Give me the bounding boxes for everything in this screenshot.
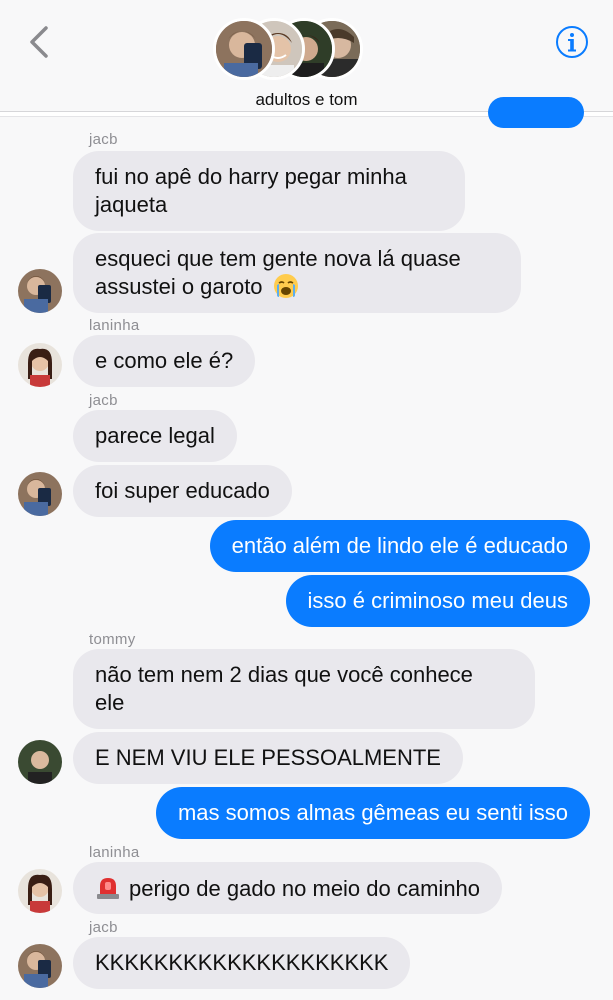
message-bubble-incoming[interactable]: parece legal <box>73 410 237 462</box>
sender-label: jacb <box>89 131 118 148</box>
info-button[interactable] <box>555 25 589 59</box>
message-text: E NEM VIU ELE PESSOALMENTE <box>95 745 441 770</box>
message-text: então além de lindo ele é educado <box>231 533 568 558</box>
avatar-jacb[interactable] <box>18 472 62 516</box>
message-bubble-outgoing[interactable]: isso é criminoso meu deus <box>285 575 590 627</box>
message-text: parece legal <box>95 423 215 448</box>
message-bubble-incoming[interactable]: esqueci que tem gente nova lá quase assu… <box>73 233 521 313</box>
message-text-line2: ele <box>95 690 125 715</box>
message-bubble-incoming[interactable]: e como ele é? <box>73 335 256 387</box>
sender-label: tommy <box>89 631 136 648</box>
sender-label: jacb <box>89 392 118 409</box>
message-bubble-incoming[interactable]: E NEM VIU ELE PESSOALMENTE <box>73 732 463 784</box>
message-text: e como ele é? <box>95 348 234 373</box>
message-bubble-outgoing[interactable]: mas somos almas gêmeas eu senti isso <box>155 787 590 839</box>
message-text: foi super educado <box>95 478 270 503</box>
sender-label: laninha <box>89 317 140 334</box>
message-bubble-incoming[interactable]: foi super educado <box>73 465 292 517</box>
previous-outgoing-bubble <box>488 97 584 128</box>
police-siren-icon <box>97 878 119 899</box>
message-text: não tem nem 2 dias que você conhece <box>95 662 473 687</box>
message-list[interactable]: jacb fui no apê do harry pegar minha jaq… <box>0 97 613 1000</box>
chevron-left-icon <box>30 26 48 58</box>
avatar-laninha[interactable] <box>18 869 62 913</box>
message-text: isso é criminoso meu deus <box>307 588 568 613</box>
chat-header: adultos e tom <box>0 0 613 112</box>
message-text: mas somos almas gêmeas eu senti isso <box>177 800 568 825</box>
message-text-line2: jaqueta <box>95 192 168 217</box>
message-text-line2: assustei o garoto <box>95 274 263 299</box>
message-text: perigo de gado no meio do caminho <box>129 876 481 901</box>
sender-label: jacb <box>89 919 118 936</box>
message-text: KKKKKKKKKKKKKKKKKKKK <box>95 950 389 975</box>
group-avatars[interactable] <box>213 18 363 82</box>
message-text: fui no apê do harry pegar minha <box>95 164 407 189</box>
group-avatar-1 <box>213 18 275 80</box>
message-bubble-incoming[interactable]: não tem nem 2 dias que você conhece ele <box>73 649 535 729</box>
message-bubble-outgoing[interactable]: então além de lindo ele é educado <box>209 520 590 572</box>
back-button[interactable] <box>22 22 58 62</box>
sender-label: laninha <box>89 844 140 861</box>
message-bubble-incoming[interactable]: fui no apê do harry pegar minha jaqueta <box>73 151 465 231</box>
message-text: esqueci que tem gente nova lá quase <box>95 246 461 271</box>
avatar-jacb[interactable] <box>18 944 62 988</box>
avatar-laninha[interactable] <box>18 343 62 387</box>
info-icon <box>556 26 588 58</box>
avatar-jacb[interactable] <box>18 269 62 313</box>
avatar-tommy[interactable] <box>18 740 62 784</box>
loudly-crying-face-icon <box>273 274 298 298</box>
message-bubble-incoming[interactable]: KKKKKKKKKKKKKKKKKKKK <box>73 937 411 989</box>
message-bubble-incoming[interactable]: perigo de gado no meio do caminho <box>73 862 503 914</box>
